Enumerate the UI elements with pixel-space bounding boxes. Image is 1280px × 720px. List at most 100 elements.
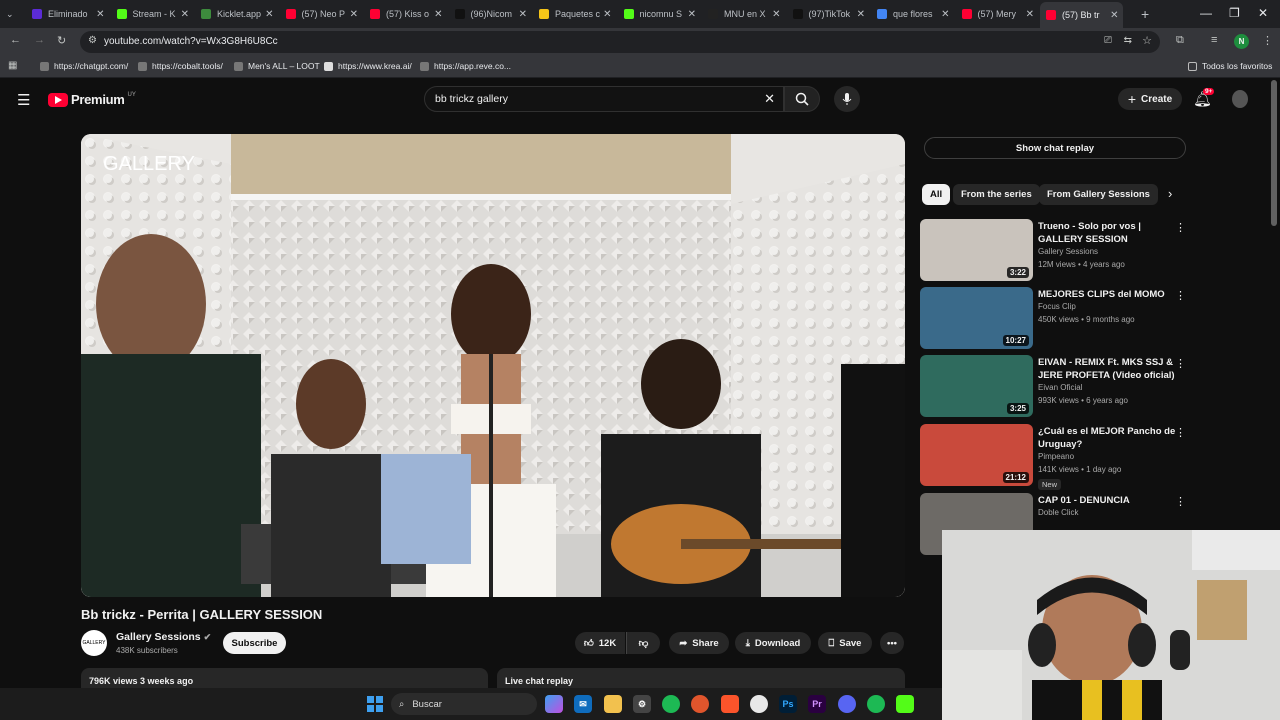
chevron-right-icon[interactable]: › <box>1168 186 1172 201</box>
save-button[interactable]: ⎕ Save <box>818 632 872 654</box>
recommendation-item[interactable]: 21:12 ¿Cuál es el MEJOR Pancho de Uruguay… <box>920 424 1192 490</box>
video-player[interactable]: GALLERY <box>81 134 905 597</box>
kebab-menu-icon[interactable]: ⋮ <box>1175 221 1186 234</box>
browser-tab[interactable]: (57) Neo P ✕ <box>280 4 363 24</box>
close-tab-icon[interactable]: ✕ <box>350 9 358 20</box>
close-tab-icon[interactable]: ✕ <box>772 9 780 20</box>
media-icon[interactable]: ≡ <box>1211 34 1217 46</box>
taskbar-search[interactable]: ⌕ Buscar <box>391 693 537 715</box>
bookmark-krea[interactable]: https://www.krea.ai/ <box>324 61 412 71</box>
video-thumbnail[interactable]: 10:27 <box>920 287 1033 349</box>
bookmark-reve[interactable]: https://app.reve.co... <box>420 61 511 71</box>
browser-tab[interactable]: Stream - K ✕ <box>111 4 194 24</box>
recommendation-title[interactable]: MEJORES CLIPS del MOMO <box>1038 288 1182 301</box>
notifications-button[interactable]: 🔔︎ 9+ <box>1193 88 1215 109</box>
forward-icon[interactable]: → <box>34 34 45 46</box>
browser-tab[interactable]: (57) Kiss o ✕ <box>364 4 447 24</box>
close-tab-icon[interactable]: ✕ <box>265 9 273 20</box>
kick-icon[interactable] <box>896 695 914 713</box>
chip-all[interactable]: All <box>922 184 951 205</box>
close-tab-icon[interactable]: ✕ <box>434 9 442 20</box>
copilot-icon[interactable] <box>545 695 563 713</box>
search-button[interactable] <box>784 86 820 112</box>
chip-from-series[interactable]: From the series <box>953 184 1040 205</box>
close-tab-icon[interactable]: ✕ <box>181 9 189 20</box>
install-icon[interactable]: ⎚ <box>1104 35 1112 46</box>
recommendation-item[interactable]: 10:27 MEJORES CLIPS del MOMO Focus Clip 450… <box>920 287 1192 349</box>
recommendation-channel[interactable]: Eivan Oficial <box>1038 383 1082 392</box>
download-button[interactable]: ⤓ Download <box>735 632 811 654</box>
discord-icon[interactable] <box>838 695 856 713</box>
youtube-logo[interactable]: Premium UY <box>48 92 136 107</box>
translate-icon[interactable]: ⇆ <box>1124 35 1132 46</box>
windows-start-icon[interactable] <box>366 695 384 713</box>
brave-icon[interactable] <box>721 695 739 713</box>
recommendation-title[interactable]: Trueno - Solo por vos | GALLERY SESSION <box>1038 220 1182 246</box>
like-button[interactable]: 👍︎ 12K <box>575 632 625 654</box>
recommendation-item[interactable]: 3:22 Trueno - Solo por vos | GALLERY SESS… <box>920 219 1192 281</box>
browser-tab[interactable]: Kicklet.app ✕ <box>195 4 278 24</box>
video-thumbnail[interactable]: 3:22 <box>920 219 1033 281</box>
browser-tab[interactable]: nicomnu S ✕ <box>618 4 701 24</box>
recommendation-channel[interactable]: Doble Click <box>1038 508 1078 517</box>
chip-from-channel[interactable]: From Gallery Sessions <box>1039 184 1158 205</box>
clear-search-icon[interactable]: ✕ <box>764 91 775 107</box>
close-tab-icon[interactable]: ✕ <box>857 9 865 20</box>
recommendation-item[interactable]: 3:25 EIVAN - REMIX Ft. MKS SSJ & JERE PRO… <box>920 355 1192 417</box>
recommendation-title[interactable]: CAP 01 - DENUNCIA <box>1038 494 1182 507</box>
close-tab-icon[interactable]: ✕ <box>519 9 527 20</box>
recommendation-title[interactable]: ¿Cuál es el MEJOR Pancho de Uruguay? <box>1038 425 1182 451</box>
close-window-icon[interactable]: ✕ <box>1258 6 1268 20</box>
app-icon[interactable] <box>691 695 709 713</box>
kebab-menu-icon[interactable]: ⋮ <box>1175 289 1186 302</box>
kebab-menu-icon[interactable]: ⋮ <box>1175 426 1186 439</box>
photoshop-icon[interactable]: Ps <box>779 695 797 713</box>
browser-tab[interactable]: (96)Nicom ✕ <box>449 4 532 24</box>
show-chat-replay-button[interactable]: Show chat replay <box>924 137 1186 159</box>
close-tab-icon[interactable]: ✕ <box>941 9 949 20</box>
kebab-menu-icon[interactable]: ⋮ <box>1175 357 1186 370</box>
browser-tab[interactable]: Paquetes c ✕ <box>533 4 616 24</box>
browser-tab[interactable]: Eliminado ✕ <box>26 4 109 24</box>
dislike-button[interactable]: 👎︎ <box>626 632 660 654</box>
recommendation-channel[interactable]: Gallery Sessions <box>1038 247 1098 256</box>
video-thumbnail[interactable]: 3:25 <box>920 355 1033 417</box>
close-tab-icon[interactable]: ✕ <box>688 9 696 20</box>
hamburger-menu-icon[interactable]: ☰ <box>17 91 30 109</box>
recommendation-title[interactable]: EIVAN - REMIX Ft. MKS SSJ & JERE PROFETA… <box>1038 356 1182 382</box>
outlook-icon[interactable]: ✉ <box>574 695 592 713</box>
create-button[interactable]: + Create <box>1118 88 1182 110</box>
page-scrollbar[interactable] <box>1271 80 1277 226</box>
new-tab-button[interactable]: + <box>1135 4 1155 24</box>
bookmark-cobalt[interactable]: https://cobalt.tools/ <box>138 61 223 71</box>
bookmark-loot[interactable]: Men's ALL – LOOT <box>234 61 320 71</box>
account-avatar[interactable] <box>1232 90 1248 108</box>
kebab-menu-icon[interactable]: ⋮ <box>1175 495 1186 508</box>
browser-tab[interactable]: (57) Mery ✕ <box>956 4 1039 24</box>
site-info-icon[interactable]: ⚙ <box>88 35 97 46</box>
spotify-icon-2[interactable] <box>867 695 885 713</box>
search-input[interactable]: bb trickz gallery ✕ <box>424 86 784 112</box>
recommendation-channel[interactable]: Focus Clip <box>1038 302 1076 311</box>
share-button[interactable]: ➦ Share <box>669 632 729 654</box>
bookmark-chatgpt[interactable]: https://chatgpt.com/ <box>40 61 128 71</box>
browser-tab[interactable]: MNU en X ✕ <box>702 4 785 24</box>
maximize-icon[interactable]: ❐ <box>1229 6 1240 20</box>
address-bar[interactable]: ⚙ youtube.com/watch?v=Wx3G8H6U8Cc ⎚ ⇆ ☆ <box>80 31 1160 53</box>
settings-icon[interactable]: ⚙ <box>633 695 651 713</box>
close-tab-icon[interactable]: ✕ <box>603 9 611 20</box>
browser-tab[interactable]: (57) Bb tr ✕ <box>1040 2 1123 28</box>
video-thumbnail[interactable]: 21:12 <box>920 424 1033 486</box>
menu-icon[interactable]: ⋮ <box>1262 34 1273 47</box>
subscribe-button[interactable]: Subscribe <box>223 632 286 654</box>
apps-grid-icon[interactable]: ▦ <box>8 60 17 71</box>
all-bookmarks[interactable]: Todos los favoritos <box>1188 61 1272 71</box>
back-icon[interactable]: ← <box>10 34 21 46</box>
channel-name[interactable]: Gallery Sessions ✔ <box>116 631 211 643</box>
reload-icon[interactable]: ↻ <box>57 34 66 47</box>
browser-tab[interactable]: (97)TikTok ✕ <box>787 4 870 24</box>
close-tab-icon[interactable]: ✕ <box>1026 9 1034 20</box>
bookmark-star-icon[interactable]: ☆ <box>1142 34 1152 47</box>
profile-avatar[interactable]: N <box>1234 34 1249 49</box>
voice-search-button[interactable] <box>834 86 860 112</box>
